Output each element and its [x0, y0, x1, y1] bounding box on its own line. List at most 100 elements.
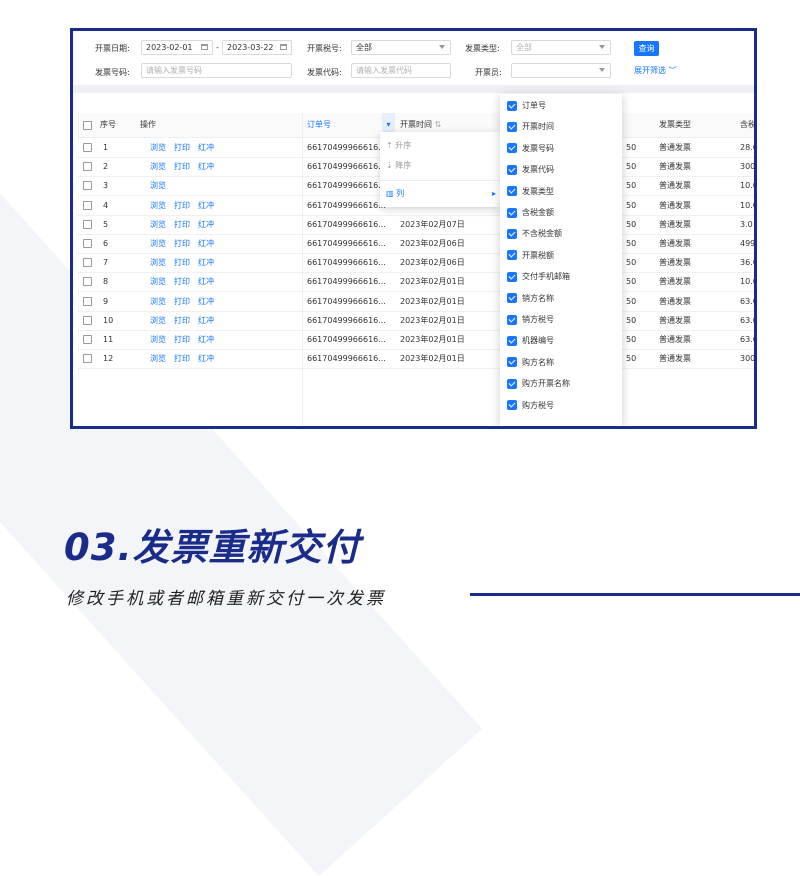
column-option[interactable]: 机器编号	[507, 334, 554, 355]
row-checkbox[interactable]	[83, 239, 92, 248]
column-option[interactable]: 购方名称	[507, 356, 554, 377]
row-order: 66170499966616...	[307, 315, 386, 325]
row-actions: 浏览 打印 红冲	[150, 196, 222, 215]
row-action-link[interactable]: 浏览	[150, 316, 166, 325]
row-action-link[interactable]: 打印	[174, 258, 190, 267]
invno-input[interactable]: 请输入发票号码	[141, 63, 292, 78]
query-button[interactable]: 查询	[634, 41, 659, 56]
checkbox-checked-icon	[507, 400, 517, 411]
issuer-select[interactable]	[511, 63, 611, 78]
column-option[interactable]: 开票税额	[507, 249, 554, 270]
row-action-link[interactable]: 红冲	[198, 277, 214, 286]
column-option[interactable]: 发票类型	[507, 185, 554, 206]
row-checkbox[interactable]	[83, 335, 92, 344]
column-option[interactable]: 订单号	[507, 99, 546, 120]
table-row: 6 浏览 打印 红冲 66170499966616... 2023年02月06日 50 普通发…	[78, 234, 754, 254]
table-row: 5 浏览 打印 红冲 66170499966616... 2023年02月07日 50 普通发…	[78, 215, 754, 235]
select-all-checkbox[interactable]	[83, 121, 92, 130]
header-order[interactable]: 订单号	[307, 113, 331, 137]
row-checkbox[interactable]	[83, 143, 92, 152]
row-action-link[interactable]: 红冲	[198, 335, 214, 344]
row-action-link[interactable]: 浏览	[150, 335, 166, 344]
row-action-link[interactable]: 红冲	[198, 220, 214, 229]
row-checkbox[interactable]	[83, 296, 92, 306]
menu-columns[interactable]: ▥ 列 ▸	[386, 184, 496, 204]
column-option[interactable]: 交付手机邮箱	[507, 270, 570, 291]
column-option[interactable]: 发票号码	[507, 142, 554, 163]
column-option[interactable]: 销方税号	[507, 313, 554, 334]
row-action-link[interactable]: 浏览	[150, 354, 166, 363]
chevron-down-icon	[599, 45, 605, 49]
row-mid: 50	[626, 335, 637, 344]
row-checkbox[interactable]	[83, 200, 92, 210]
date-start-input[interactable]: 2023-02-01	[141, 40, 213, 55]
column-option[interactable]: 不含税金额	[507, 227, 562, 248]
row-time: 2023年02月06日	[400, 258, 465, 268]
row-checkbox[interactable]	[83, 354, 92, 364]
row-seq: 4	[103, 200, 109, 210]
taxno-select[interactable]: 全部	[351, 40, 451, 55]
row-mid: 50	[626, 219, 637, 229]
row-action-link[interactable]: 浏览	[150, 181, 166, 190]
row-checkbox[interactable]	[83, 315, 92, 325]
row-action-link[interactable]: 浏览	[150, 162, 166, 171]
row-type: 普通发票	[659, 296, 691, 306]
menu-sort-asc[interactable]: ⇡ 升序	[386, 136, 496, 156]
row-checkbox[interactable]	[83, 219, 92, 229]
row-action-link[interactable]: 打印	[174, 201, 190, 210]
row-action-link[interactable]: 浏览	[150, 277, 166, 286]
column-option[interactable]: 含税金额	[507, 206, 554, 227]
invtype-select[interactable]: 全部	[511, 40, 611, 55]
invcode-input[interactable]: 请输入发票代码	[351, 63, 451, 78]
row-checkbox[interactable]	[83, 277, 92, 287]
invtype-label: 发票类型:	[465, 44, 500, 53]
checkbox-checked-icon	[507, 207, 517, 218]
checkbox-checked-icon	[507, 357, 517, 368]
row-action-link[interactable]: 浏览	[150, 143, 166, 152]
row-action-link[interactable]: 打印	[174, 277, 190, 286]
issuer-label: 开票员:	[475, 68, 502, 77]
row-action-link[interactable]: 打印	[174, 297, 190, 306]
row-action-link[interactable]: 打印	[174, 335, 190, 344]
row-action-link[interactable]: 打印	[174, 220, 190, 229]
row-action-link[interactable]: 红冲	[198, 354, 214, 363]
row-type: 普通发票	[659, 335, 691, 344]
date-end-input[interactable]: 2023-03-22	[222, 40, 292, 55]
row-action-link[interactable]: 浏览	[150, 258, 166, 267]
row-action-link[interactable]: 打印	[174, 239, 190, 248]
row-action-link[interactable]: 红冲	[198, 258, 214, 267]
row-action-link[interactable]: 浏览	[150, 297, 166, 306]
row-action-link[interactable]: 浏览	[150, 220, 166, 229]
column-option[interactable]: 发票代码	[507, 163, 554, 184]
row-checkbox[interactable]	[83, 162, 92, 172]
row-action-link[interactable]: 红冲	[198, 239, 214, 248]
row-seq: 1	[103, 143, 109, 152]
row-action-link[interactable]: 打印	[174, 162, 190, 171]
row-action-link[interactable]: 红冲	[198, 143, 214, 152]
menu-sort-desc[interactable]: ⇣ 降序	[386, 156, 496, 176]
row-order: 66170499966616...	[307, 277, 386, 287]
row-seq: 7	[103, 258, 109, 268]
row-action-link[interactable]: 浏览	[150, 201, 166, 210]
date-separator: -	[216, 43, 219, 52]
row-action-link[interactable]: 红冲	[198, 297, 214, 306]
row-action-link[interactable]: 浏览	[150, 239, 166, 248]
column-option[interactable]: 开票时间	[507, 120, 554, 141]
row-action-link[interactable]: 打印	[174, 143, 190, 152]
row-action-link[interactable]: 打印	[174, 316, 190, 325]
expand-filter-link[interactable]: 展开筛选 ︶	[634, 65, 677, 76]
row-actions: 浏览 打印 红冲	[150, 215, 222, 234]
row-checkbox[interactable]	[83, 181, 92, 191]
column-option[interactable]: 购方税号	[507, 399, 554, 420]
row-action-link[interactable]: 红冲	[198, 162, 214, 171]
row-action-link[interactable]: 红冲	[198, 201, 214, 210]
row-checkbox[interactable]	[83, 258, 92, 268]
row-seq: 8	[103, 277, 109, 287]
row-action-link[interactable]: 红冲	[198, 316, 214, 325]
row-actions: 浏览 打印 红冲	[150, 253, 222, 272]
checkbox-checked-icon	[507, 335, 517, 346]
row-amount: 300	[740, 162, 756, 172]
column-option[interactable]: 购方开票名称	[507, 377, 570, 398]
column-option[interactable]: 销方名称	[507, 292, 554, 313]
row-action-link[interactable]: 打印	[174, 354, 190, 363]
